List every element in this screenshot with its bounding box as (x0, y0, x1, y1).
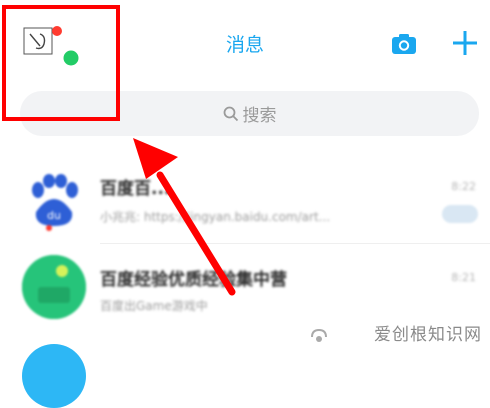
conversation-name: 百度经验优质经验集中营 (100, 270, 287, 290)
add-button[interactable] (452, 30, 478, 56)
conversation-time: 8:22 (451, 180, 476, 193)
conversation-badge (442, 205, 478, 223)
conversation-item[interactable]: 百度经验优质经验集中营 百度出Game游戏中 8:21 (0, 243, 490, 329)
baidu-paw-icon: du (23, 169, 85, 231)
conversation-avatar (22, 344, 86, 408)
group-avatar-icon (22, 255, 86, 319)
highlight-box (2, 5, 120, 121)
conversation-avatar: du (22, 168, 86, 232)
conversation-avatar (22, 255, 86, 319)
conversation-time: 8:21 (451, 271, 476, 284)
plus-icon (453, 31, 477, 55)
watermark-logo-icon (311, 328, 327, 342)
conversation-preview: 百度出Game游戏中 (100, 299, 208, 313)
conversation-name: 百度百... (100, 179, 171, 199)
svg-text:du: du (47, 209, 61, 222)
camera-button[interactable] (391, 33, 417, 55)
conversation-item[interactable]: du 百度百... 小兆兆: https://jingyan.baidu.com… (0, 158, 490, 244)
search-placeholder: 搜索 (242, 106, 277, 126)
search-icon (223, 106, 238, 121)
camera-icon (392, 34, 416, 54)
watermark: 爱创根知识网 (374, 325, 482, 345)
conversation-preview: 小兆兆: https://jingyan.baidu.com/art... (100, 210, 331, 224)
